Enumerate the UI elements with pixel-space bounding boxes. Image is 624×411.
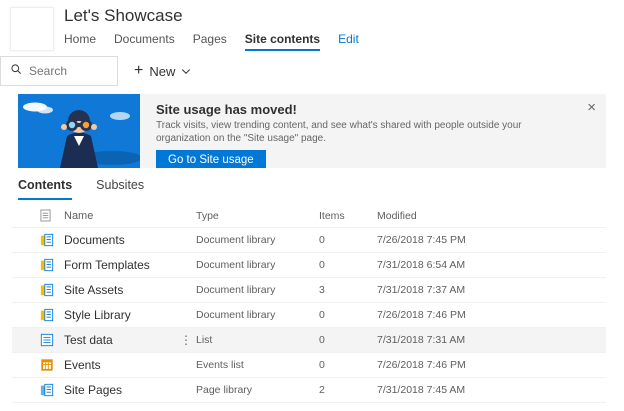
row-name: Style Library — [64, 308, 131, 322]
content-tabs: Contents Subsites — [18, 178, 624, 200]
row-name: Documents — [64, 233, 125, 247]
column-header-items[interactable]: Items — [319, 210, 377, 222]
nav-item-edit[interactable]: Edit — [338, 32, 359, 49]
row-name: Events — [64, 358, 101, 372]
row-items: 0 — [319, 334, 325, 346]
tab-contents[interactable]: Contents — [18, 178, 73, 200]
file-type-column-icon — [18, 209, 64, 222]
row-name: Test data — [64, 333, 113, 347]
site-header: Let's Showcase Home Documents Pages Site… — [0, 0, 624, 54]
search-box[interactable] — [0, 56, 118, 86]
row-name: Site Pages — [64, 383, 123, 397]
row-type: List — [196, 334, 213, 346]
row-modified: 7/31/2018 7:45 AM — [377, 384, 466, 396]
row-items: 0 — [319, 234, 325, 246]
nav-item-documents[interactable]: Documents — [114, 32, 175, 49]
row-type: Page library — [196, 384, 253, 396]
row-type: Document library — [196, 259, 276, 271]
document-library-icon — [40, 233, 54, 247]
banner-description: Track visits, view trending content, and… — [156, 120, 522, 144]
table-row[interactable]: Form Templates Document library 0 7/31/2… — [12, 253, 606, 278]
table-header: Name Type Items Modified — [12, 204, 606, 228]
document-library-icon — [40, 308, 54, 322]
new-button[interactable]: + New — [134, 63, 191, 79]
banner-title: Site usage has moved! — [156, 102, 297, 117]
search-input[interactable] — [29, 64, 109, 78]
row-items: 0 — [319, 359, 325, 371]
table-row[interactable]: Style Library Document library 0 7/26/20… — [12, 303, 606, 328]
row-type: Document library — [196, 284, 276, 296]
row-name: Form Templates — [64, 258, 150, 272]
document-library-icon — [40, 283, 54, 297]
row-modified: 7/31/2018 7:37 AM — [377, 284, 466, 296]
table-row[interactable]: Test data ⋮ List 0 7/31/2018 7:31 AM — [12, 328, 606, 353]
row-modified: 7/31/2018 6:54 AM — [377, 259, 466, 271]
table-row[interactable]: Events Events list 0 7/26/2018 7:46 PM — [12, 353, 606, 378]
row-modified: 7/26/2018 7:46 PM — [377, 309, 466, 321]
row-items: 0 — [319, 259, 325, 271]
site-contents-table: Name Type Items Modified Documents Docum… — [12, 204, 606, 403]
new-button-label: New — [149, 63, 176, 79]
search-icon — [10, 62, 22, 80]
row-modified: 7/26/2018 7:45 PM — [377, 234, 466, 246]
row-modified: 7/31/2018 7:31 AM — [377, 334, 466, 346]
table-body: Documents Document library 0 7/26/2018 7… — [12, 228, 606, 403]
top-nav: Home Documents Pages Site contents Edit — [64, 32, 359, 51]
row-type: Document library — [196, 309, 276, 321]
plus-icon: + — [134, 62, 144, 79]
command-bar: + New — [0, 56, 624, 86]
chevron-down-icon — [181, 64, 191, 79]
row-name: Site Assets — [64, 283, 124, 297]
list-icon — [40, 333, 54, 347]
row-items: 0 — [319, 309, 325, 321]
table-row[interactable]: Site Assets Document library 3 7/31/2018… — [12, 278, 606, 303]
close-icon[interactable]: × — [587, 100, 596, 115]
site-title: Let's Showcase — [64, 6, 183, 25]
column-header-modified[interactable]: Modified — [377, 210, 606, 222]
go-to-site-usage-button[interactable]: Go to Site usage — [156, 150, 266, 168]
banner-illustration — [18, 94, 142, 168]
row-items: 2 — [319, 384, 325, 396]
row-modified: 7/26/2018 7:46 PM — [377, 359, 466, 371]
site-logo[interactable] — [10, 7, 54, 51]
tab-subsites[interactable]: Subsites — [96, 178, 144, 200]
banner-content: Site usage has moved! Track visits, view… — [140, 94, 606, 168]
row-type: Events list — [196, 359, 244, 371]
page-library-icon — [40, 383, 54, 397]
row-items: 3 — [319, 284, 325, 296]
document-library-icon — [40, 258, 54, 272]
table-row[interactable]: Site Pages Page library 2 7/31/2018 7:45… — [12, 378, 606, 403]
nav-item-home[interactable]: Home — [64, 32, 96, 49]
row-menu-button[interactable]: ⋮ — [176, 333, 196, 347]
events-icon — [40, 358, 54, 372]
row-type: Document library — [196, 234, 276, 246]
table-row[interactable]: Documents Document library 0 7/26/2018 7… — [12, 228, 606, 253]
nav-item-pages[interactable]: Pages — [193, 32, 227, 49]
nav-item-site-contents[interactable]: Site contents — [244, 32, 321, 51]
column-header-type[interactable]: Type — [196, 210, 319, 222]
site-usage-banner: Site usage has moved! Track visits, view… — [18, 94, 606, 168]
column-header-name[interactable]: Name — [64, 210, 176, 222]
